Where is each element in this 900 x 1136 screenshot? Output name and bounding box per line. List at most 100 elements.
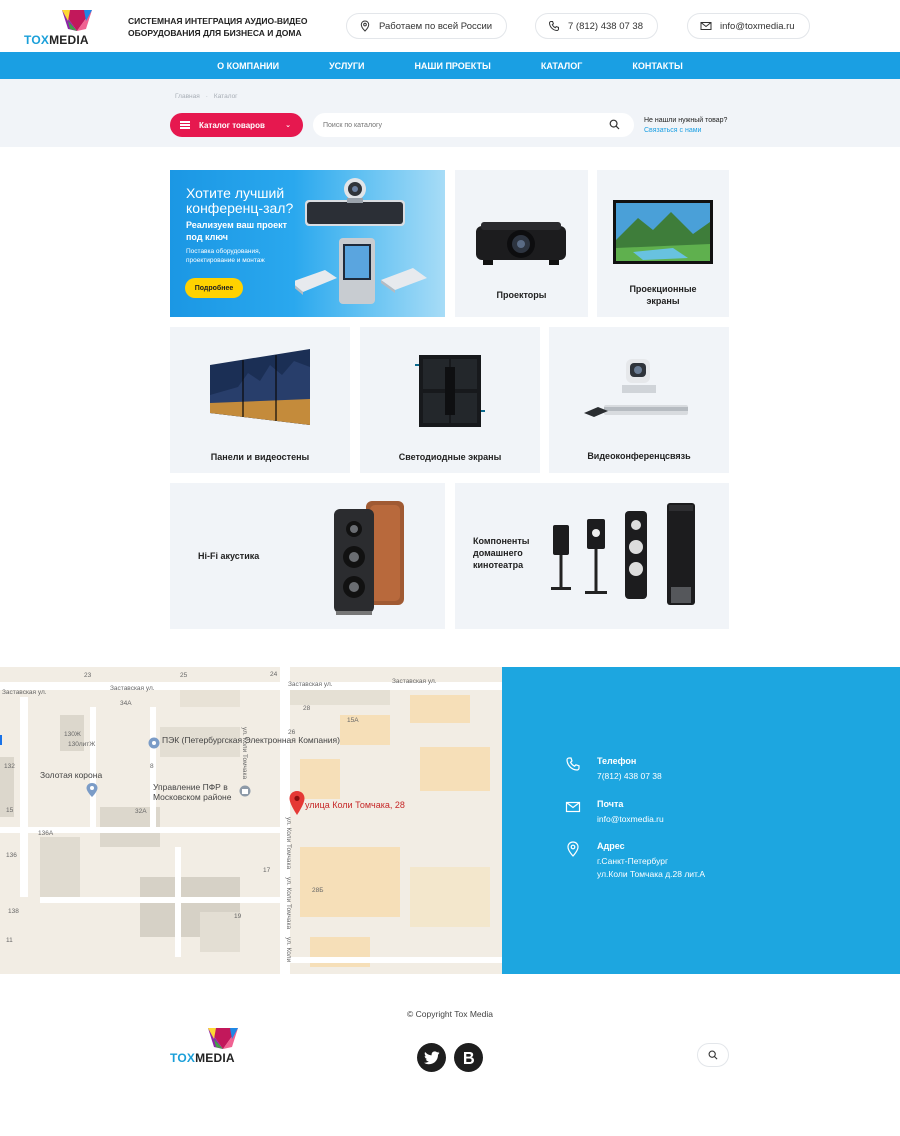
map-house-number: 28Б	[312, 887, 324, 894]
category-card-video-walls[interactable]: Панели и видеостены	[170, 327, 350, 473]
map-street-label: ул. Коли Томчака	[285, 817, 292, 870]
category-card-projection-screens[interactable]: Проекционные экраны	[597, 170, 729, 317]
nav-item-about[interactable]: О КОМПАНИИ	[192, 61, 304, 71]
search-box	[313, 113, 634, 137]
search-input[interactable]	[313, 121, 593, 129]
breadcrumb-home[interactable]: Главная	[175, 93, 200, 100]
map[interactable]: Заставская ул. Заставская ул. Заставская…	[0, 667, 502, 974]
banner-subtitle: Реализуем ваш проект под ключ	[186, 220, 287, 242]
map-poi-label: Управление ПФР в Московском районе	[153, 782, 232, 802]
map-house-number: 28	[303, 705, 311, 712]
logo[interactable]: TOXMEDIA	[24, 9, 94, 47]
logo-mark-icon	[62, 10, 92, 31]
map-marker-icon[interactable]	[289, 791, 305, 815]
logo-tox: TOX	[170, 1051, 196, 1065]
category-card-hifi[interactable]: Hi-Fi акустика	[170, 483, 445, 629]
map-street-label: ул. Коли Томчака	[285, 877, 292, 930]
breadcrumb-catalog: Каталог	[213, 93, 238, 100]
catalog-button-label: Каталог товаров	[199, 120, 265, 130]
logo-text: TOXMEDIA	[24, 33, 89, 47]
map-poi-label: Золотая корона	[40, 770, 103, 780]
contact-address-title: Адрес	[597, 841, 625, 851]
map-house-number: 34А	[120, 700, 132, 707]
mail-icon	[700, 22, 712, 30]
category-label: Видеоконференцсвязь	[587, 451, 691, 461]
map-street-label: Заставская ул.	[392, 678, 437, 685]
map-house-number: 138	[8, 908, 19, 915]
conference-equipment-image	[295, 178, 427, 304]
search-icon	[708, 1050, 718, 1060]
video-wall-image	[210, 349, 310, 425]
search-icon[interactable]	[609, 119, 620, 130]
nav-item-projects[interactable]: НАШИ ПРОЕКТЫ	[389, 61, 515, 71]
map-poi-label: ПЭК (Петербургская Электронная Компания)	[162, 735, 340, 745]
map-house-number: 25	[180, 672, 188, 679]
footer-logo[interactable]: TOXMEDIA	[170, 1027, 240, 1065]
map-canvas	[0, 667, 502, 974]
logo-media: MEDIA	[195, 1051, 235, 1065]
map-poi-icon	[148, 737, 160, 749]
vk-icon	[463, 1051, 474, 1064]
led-panel-image	[415, 355, 485, 427]
email-pill[interactable]: info@toxmedia.ru	[687, 13, 810, 39]
nav-item-services[interactable]: УСЛУГИ	[304, 61, 389, 71]
location-pill[interactable]: Работаем по всей России	[346, 13, 508, 39]
projector-image	[476, 222, 566, 265]
banner-description: Поставка оборудования, проектирование и …	[186, 248, 265, 264]
location-pin-icon	[567, 841, 579, 857]
nav-item-catalog[interactable]: КАТАЛОГ	[516, 61, 608, 71]
search-band: Главная · Каталог Каталог товаров ⌄ Не наш…	[0, 79, 900, 147]
twitter-button[interactable]	[417, 1043, 446, 1072]
category-card-video-conferencing[interactable]: Видеоконференцсвязь	[549, 327, 729, 473]
map-house-number: 15А	[347, 717, 359, 724]
twitter-icon	[423, 1050, 439, 1064]
logo-tox: TOX	[24, 33, 50, 47]
contact-phone-title: Телефон	[597, 756, 637, 766]
contact-phone-value[interactable]: 7(812) 438 07 38	[597, 770, 662, 783]
contact-mail-title: Почта	[597, 799, 624, 809]
category-card-projectors[interactable]: Проекторы	[455, 170, 588, 317]
map-house-number: 130Ж	[64, 731, 81, 738]
email-text: info@toxmedia.ru	[720, 20, 795, 32]
footer-search-button[interactable]	[697, 1043, 729, 1067]
nav-item-contacts[interactable]: КОНТАКТЫ	[607, 61, 707, 71]
projection-screen-image	[613, 200, 713, 264]
banner-more-button[interactable]: Подробнее	[185, 278, 243, 298]
category-label: Компоненты домашнего кинотеатра	[473, 536, 530, 570]
phone-pill[interactable]: 7 (812) 438 07 38	[535, 13, 659, 39]
logo-mark-icon	[208, 1028, 238, 1049]
location-pin-icon	[360, 20, 370, 32]
category-card-home-theater[interactable]: Компоненты домашнего кинотеатра	[455, 483, 729, 629]
map-house-number: 136А	[38, 830, 54, 837]
map-house-number: 132	[4, 763, 15, 770]
category-label: Светодиодные экраны	[398, 452, 502, 462]
contact-mail-value[interactable]: info@toxmedia.ru	[597, 813, 664, 826]
phone-icon	[548, 21, 559, 32]
breadcrumb: Главная · Каталог	[175, 93, 244, 100]
contacts-panel: Телефон 7(812) 438 07 38 Почта info@toxm…	[502, 667, 900, 974]
map-house-number: 17	[263, 867, 271, 874]
breadcrumb-separator: ·	[205, 93, 208, 100]
footer-logo-text: TOXMEDIA	[170, 1051, 235, 1065]
category-label: Панели и видеостены	[210, 452, 310, 462]
catalog-button[interactable]: Каталог товаров ⌄	[170, 113, 303, 137]
promo-banner[interactable]: Хотите лучший конференц-зал? Реализуем в…	[170, 170, 445, 317]
chevron-down-icon: ⌄	[285, 122, 291, 129]
contact-us-link[interactable]: Связаться с нами	[644, 126, 727, 136]
map-house-number: 32А	[135, 808, 147, 815]
map-street-label: Заставская ул.	[288, 681, 333, 688]
map-address-label: улица Коли Томчака, 28	[305, 800, 405, 810]
logo-media: MEDIA	[49, 33, 89, 47]
vk-button[interactable]	[454, 1043, 483, 1072]
contact-address-line1: г.Санкт-Петербург	[597, 856, 669, 866]
map-house-number: 136	[6, 852, 17, 859]
home-theater-speakers-image	[551, 503, 695, 605]
help-question: Не нашли нужный товар?	[644, 117, 728, 124]
map-house-number: 8	[150, 763, 154, 770]
category-card-led-screens[interactable]: Светодиодные экраны	[360, 327, 540, 473]
map-house-number: 15	[6, 807, 14, 814]
map-poi-icon	[86, 783, 98, 797]
map-house-number: 24	[270, 671, 278, 678]
category-label: Hi-Fi акустика	[198, 551, 260, 561]
map-house-number: 23	[84, 672, 92, 679]
